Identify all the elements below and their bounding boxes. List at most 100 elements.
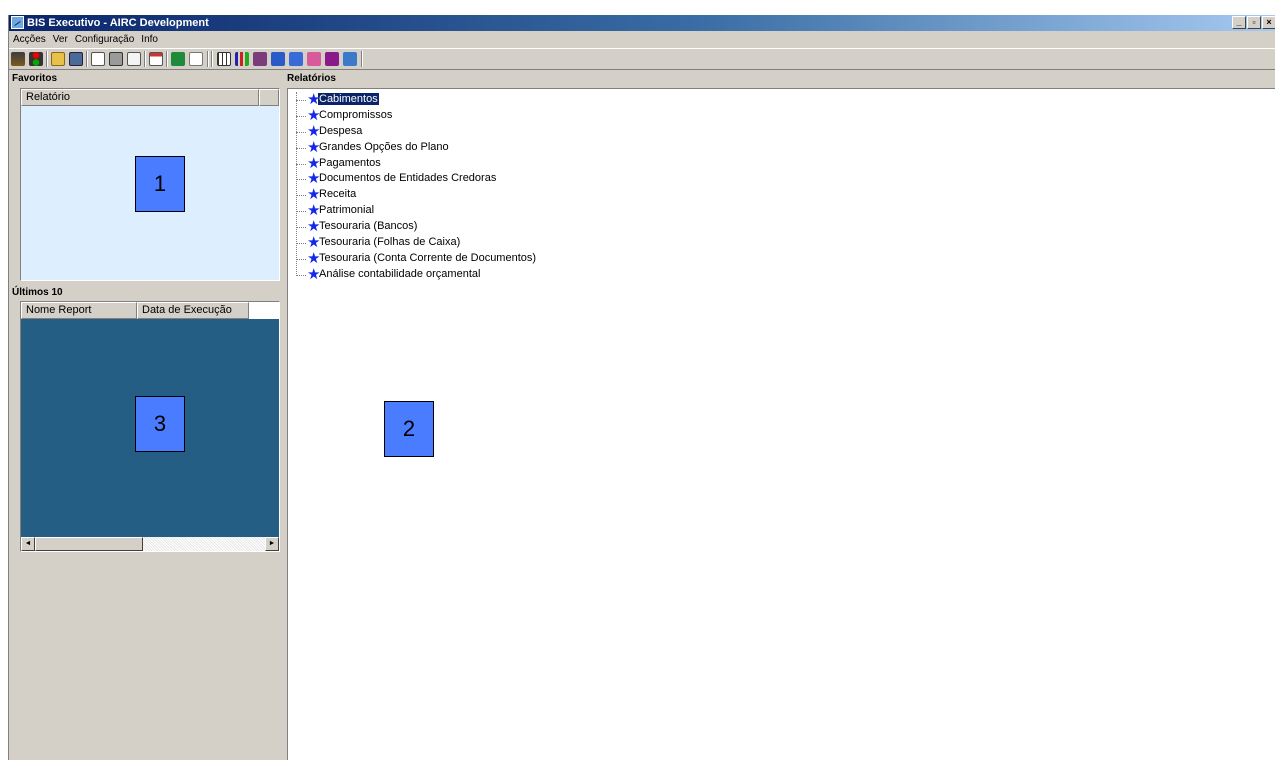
excel-icon[interactable] bbox=[171, 52, 185, 66]
tree-item-label: Tesouraria (Bancos) bbox=[319, 220, 418, 233]
tree-item-label: Grandes Opções do Plano bbox=[319, 140, 449, 153]
edit-icon[interactable] bbox=[189, 52, 203, 66]
toolbar-separator bbox=[207, 51, 209, 67]
tree-item-label: Despesa bbox=[319, 124, 363, 137]
report-star-icon: ★ bbox=[307, 186, 321, 204]
tree-item-label: Análise contabilidade orçamental bbox=[319, 267, 481, 280]
column-header-empty[interactable] bbox=[259, 89, 279, 106]
tree-item[interactable]: ★ Pagamentos bbox=[292, 156, 537, 172]
minimize-button[interactable]: _ bbox=[1232, 16, 1246, 29]
chart-icon[interactable] bbox=[307, 52, 321, 66]
tree-item[interactable]: ★ Cabimentos bbox=[292, 92, 537, 108]
toolbar bbox=[9, 48, 1275, 70]
traffic-light-icon[interactable] bbox=[29, 52, 43, 66]
chart-icon[interactable] bbox=[253, 52, 267, 66]
chart-icon[interactable] bbox=[343, 52, 357, 66]
scroll-right-button[interactable]: ► bbox=[265, 537, 279, 551]
ultimos-label: Últimos 10 bbox=[12, 287, 63, 298]
tree-connector bbox=[296, 131, 306, 133]
tree-connector bbox=[296, 195, 306, 197]
menu-configuracao[interactable]: Configuração bbox=[72, 32, 137, 47]
page-setup-icon[interactable] bbox=[127, 52, 141, 66]
print-preview-icon[interactable] bbox=[91, 52, 105, 66]
tree-item[interactable]: ★ Patrimonial bbox=[292, 203, 537, 219]
tree-item[interactable]: ★ Tesouraria (Folhas de Caixa) bbox=[292, 235, 537, 251]
scroll-left-button[interactable]: ◄ bbox=[21, 537, 35, 551]
tree-connector bbox=[296, 147, 306, 149]
tree-item-label: Receita bbox=[319, 188, 357, 201]
bar-chart-icon[interactable] bbox=[235, 52, 249, 66]
tree-item-label: Cabimentos bbox=[317, 92, 380, 106]
menu-info[interactable]: Info bbox=[138, 32, 161, 47]
tree-connector bbox=[296, 227, 306, 229]
print-icon[interactable] bbox=[109, 52, 123, 66]
horizontal-scrollbar[interactable]: ◄ ► bbox=[21, 537, 279, 551]
relatorios-label: Relatórios bbox=[287, 73, 336, 84]
export-icon[interactable] bbox=[149, 52, 163, 66]
tree-item-label: Tesouraria (Conta Corrente de Documentos… bbox=[319, 251, 537, 264]
report-star-icon: ★ bbox=[307, 122, 321, 140]
report-star-icon: ★ bbox=[307, 91, 321, 108]
chart-icon[interactable] bbox=[289, 52, 303, 66]
callout-badge-1: 1 bbox=[135, 156, 185, 212]
tree-item[interactable]: ★ Grandes Opções do Plano bbox=[292, 140, 537, 156]
report-star-icon: ★ bbox=[307, 249, 321, 267]
chart-icon[interactable] bbox=[325, 52, 339, 66]
app-icon[interactable] bbox=[11, 16, 24, 29]
toolbar-separator bbox=[144, 51, 146, 67]
column-header-relatorio[interactable]: Relatório bbox=[21, 89, 259, 106]
exit-icon[interactable] bbox=[11, 52, 25, 66]
menu-bar: Acções Ver Configuração Info bbox=[9, 32, 1275, 47]
scroll-track[interactable] bbox=[143, 537, 265, 551]
tree-connector bbox=[296, 258, 306, 260]
column-header-data-execucao[interactable]: Data de Execução bbox=[137, 302, 249, 319]
tree-item-label: Pagamentos bbox=[319, 156, 381, 169]
tree-item[interactable]: ★ Compromissos bbox=[292, 108, 537, 124]
tree-connector bbox=[296, 115, 306, 117]
scroll-thumb[interactable] bbox=[35, 537, 143, 551]
close-button[interactable]: × bbox=[1262, 16, 1275, 29]
tree-item[interactable]: ★ Receita bbox=[292, 187, 537, 203]
save-icon[interactable] bbox=[69, 52, 83, 66]
tree-item-label: Documentos de Entidades Credoras bbox=[319, 172, 497, 185]
tree-connector bbox=[296, 163, 306, 165]
report-star-icon: ★ bbox=[307, 170, 321, 188]
tree-connector bbox=[296, 100, 306, 101]
report-star-icon: ★ bbox=[307, 218, 321, 236]
tree-item[interactable]: ★ Tesouraria (Conta Corrente de Documento… bbox=[292, 251, 537, 267]
toolbar-separator bbox=[211, 51, 213, 67]
tree-connector bbox=[296, 274, 306, 276]
window-title: BIS Executivo - AIRC Development bbox=[27, 17, 209, 29]
report-star-icon: ★ bbox=[307, 138, 321, 156]
callout-badge-2: 2 bbox=[384, 401, 434, 457]
tree-item-label: Tesouraria (Folhas de Caixa) bbox=[319, 236, 461, 249]
column-header-nome-report[interactable]: Nome Report bbox=[21, 302, 137, 319]
menu-accoes[interactable]: Acções bbox=[10, 32, 49, 47]
maximize-button[interactable]: ▫ bbox=[1247, 16, 1261, 29]
toolbar-separator bbox=[361, 51, 363, 67]
open-folder-icon[interactable] bbox=[51, 52, 65, 66]
tree-item-label: Patrimonial bbox=[319, 204, 375, 217]
report-star-icon: ★ bbox=[307, 154, 321, 172]
chart-icon[interactable] bbox=[271, 52, 285, 66]
ultimos-list[interactable]: Nome Report Data de Execução 3 ◄ ► bbox=[20, 301, 280, 552]
table-view-icon[interactable] bbox=[217, 52, 231, 66]
report-star-icon: ★ bbox=[307, 202, 321, 220]
tree-item[interactable]: ★ Análise contabilidade orçamental bbox=[292, 267, 537, 283]
toolbar-separator bbox=[46, 51, 48, 67]
favoritos-label: Favoritos bbox=[12, 73, 58, 84]
toolbar-separator bbox=[166, 51, 168, 67]
tree-item[interactable]: ★ Tesouraria (Bancos) bbox=[292, 219, 537, 235]
report-star-icon: ★ bbox=[307, 265, 321, 283]
tree-item-label: Compromissos bbox=[319, 108, 393, 121]
title-bar[interactable]: BIS Executivo - AIRC Development _ ▫ × bbox=[9, 15, 1275, 31]
relatorios-tree-items: ★ Cabimentos ★ Compromissos ★ Despesa ★ Grandes… bbox=[292, 92, 537, 283]
tree-item[interactable]: ★ Documentos de Entidades Credoras bbox=[292, 171, 537, 187]
callout-badge-3: 3 bbox=[135, 396, 185, 452]
menu-ver[interactable]: Ver bbox=[50, 32, 71, 47]
favoritos-list[interactable]: Relatório 1 bbox=[20, 88, 280, 281]
tree-item[interactable]: ★ Despesa bbox=[292, 124, 537, 140]
tree-connector bbox=[296, 211, 306, 213]
relatorios-tree[interactable]: ★ Cabimentos ★ Compromissos ★ Despesa ★ Grandes… bbox=[287, 88, 1275, 760]
window-controls: _ ▫ × bbox=[1231, 16, 1275, 30]
